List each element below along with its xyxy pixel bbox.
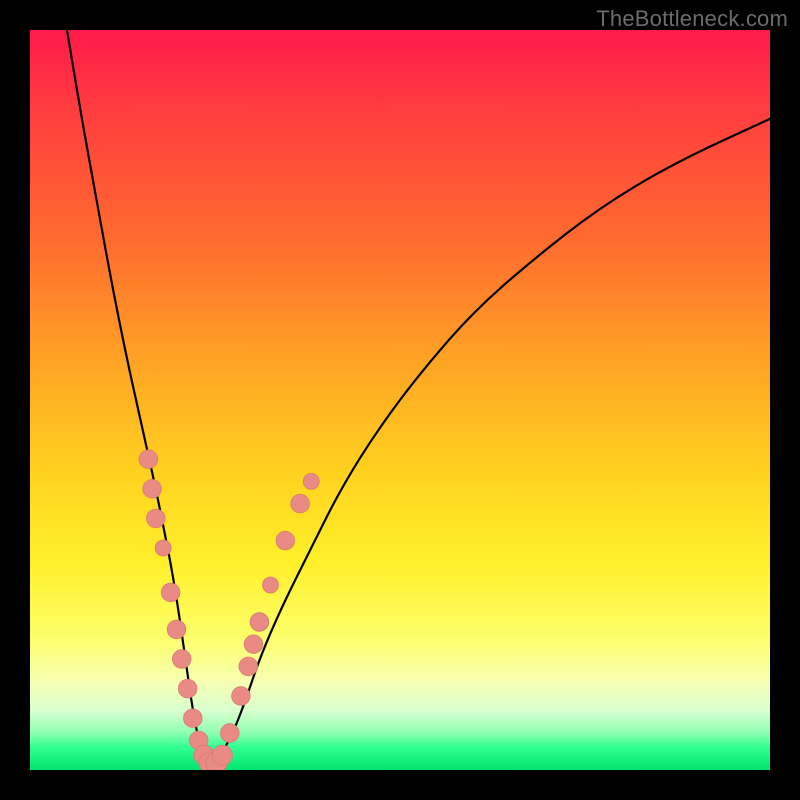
curve-marker — [189, 731, 208, 750]
curve-marker — [206, 752, 227, 770]
curve-marker — [178, 679, 197, 698]
curve-marker — [184, 709, 203, 728]
curve-marker — [221, 724, 240, 743]
curve-marker — [161, 583, 180, 602]
curve-marker — [155, 540, 171, 556]
curve-marker — [263, 577, 279, 593]
curve-marker — [303, 473, 319, 489]
curve-marker — [239, 657, 258, 676]
curve-marker — [250, 613, 269, 632]
curve-marker — [232, 687, 251, 706]
curve-marker — [291, 494, 310, 513]
curve-marker — [167, 620, 186, 639]
curve-marker — [276, 531, 295, 550]
chart-svg — [30, 30, 770, 770]
curve-marker — [199, 752, 220, 770]
curve-marker — [244, 635, 263, 654]
curve-marker — [139, 450, 158, 469]
bottleneck-curve — [67, 30, 770, 763]
plot-area — [30, 30, 770, 770]
curve-marker — [172, 650, 191, 669]
watermark-text: TheBottleneck.com — [596, 6, 788, 32]
curve-marker — [194, 745, 214, 765]
curve-markers — [139, 450, 319, 770]
curve-marker — [147, 509, 166, 528]
curve-marker — [212, 745, 232, 765]
outer-frame: TheBottleneck.com — [0, 0, 800, 800]
curve-marker — [143, 480, 162, 499]
